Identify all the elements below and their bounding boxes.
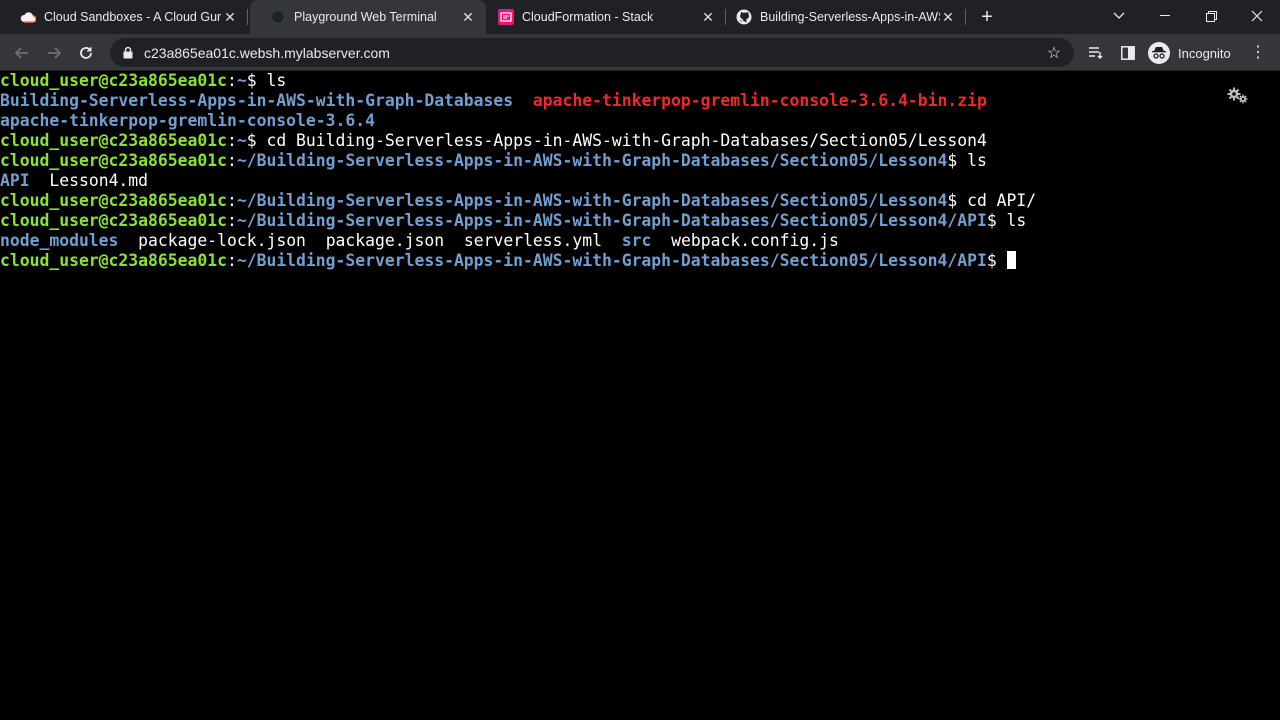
prompt-path: ~/Building-Serverless-Apps-in-AWS-with-G…: [236, 151, 948, 170]
tab-title: Playground Web Terminal: [294, 10, 437, 24]
file-entry: serverless.yml: [463, 231, 603, 250]
terminal-line: node_modules package-lock.json package.j…: [0, 231, 1280, 251]
prompt-path: ~: [236, 71, 247, 90]
tab-cloudformation-stack[interactable]: CloudFormation - Stack ✕: [478, 0, 726, 34]
directory-entry: node_modules: [0, 231, 119, 250]
tab-title: CloudFormation - Stack: [522, 10, 654, 24]
command-text: $ cd API/: [947, 191, 1037, 210]
url-text: c23a865ea01c.websh.mylabserver.com: [144, 44, 390, 61]
github-icon: [736, 9, 752, 25]
close-window-button[interactable]: [1234, 0, 1280, 32]
command-text: $ ls: [986, 211, 1027, 230]
close-tab-icon[interactable]: ✕: [460, 9, 476, 26]
prompt-user: cloud_user@c23a865ea01c: [0, 71, 227, 90]
close-tab-icon[interactable]: ✕: [940, 9, 956, 26]
reading-list-icon[interactable]: [1083, 40, 1109, 66]
terminal-line: apache-tinkerpop-gremlin-console-3.6.4: [0, 111, 1280, 131]
command-text: $: [986, 251, 1007, 270]
terminal-line: cloud_user@c23a865ea01c:~/Building-Serve…: [0, 191, 1037, 210]
address-bar[interactable]: c23a865ea01c.websh.mylabserver.com ☆: [110, 38, 1074, 67]
file-entry: package.json: [325, 231, 445, 250]
terminal-line: cloud_user@c23a865ea01c:~$ ls: [0, 71, 287, 90]
back-button[interactable]: [9, 40, 35, 66]
file-entry: package-lock.json: [138, 231, 306, 250]
lock-icon[interactable]: [120, 46, 136, 59]
prompt-user: cloud_user@c23a865ea01c: [0, 211, 227, 230]
directory-entry: src: [621, 231, 652, 250]
tab-playground-web-terminal[interactable]: Playground Web Terminal ✕: [250, 0, 486, 34]
prompt-path: ~/Building-Serverless-Apps-in-AWS-with-G…: [236, 211, 987, 230]
terminal-line: API Lesson4.md: [0, 171, 1280, 191]
command-text: $ cd Building-Serverless-Apps-in-AWS-wit…: [246, 131, 987, 150]
terminal-line: Building-Serverless-Apps-in-AWS-with-Gra…: [0, 91, 1280, 111]
terminal-output[interactable]: cloud_user@c23a865ea01c:~$ ls Building-S…: [0, 71, 1280, 720]
browser-toolbar: c23a865ea01c.websh.mylabserver.com ☆ Inc…: [0, 34, 1280, 71]
terminal-icon: [270, 9, 286, 25]
restore-button[interactable]: [1188, 0, 1234, 32]
tab-strip: Cloud Sandboxes - A Cloud Guru ✕ Playgro…: [0, 0, 1280, 34]
prompt-path: ~/Building-Serverless-Apps-in-AWS-with-G…: [236, 251, 987, 270]
bookmark-star-icon[interactable]: ☆: [1044, 43, 1064, 63]
prompt-user: cloud_user@c23a865ea01c: [0, 251, 227, 270]
incognito-label: Incognito: [1178, 45, 1231, 61]
reload-button[interactable]: [73, 40, 99, 66]
close-tab-icon[interactable]: ✕: [700, 9, 716, 26]
side-panel-icon[interactable]: [1115, 40, 1141, 66]
new-tab-button[interactable]: +: [976, 6, 998, 28]
terminal-line: cloud_user@c23a865ea01c:~/Building-Serve…: [0, 251, 1280, 271]
terminal-line: cloud_user@c23a865ea01c:~$ cd Building-S…: [0, 131, 987, 150]
cloudformation-icon: [498, 9, 514, 25]
prompt-path: ~/Building-Serverless-Apps-in-AWS-with-G…: [236, 191, 948, 210]
cloud-icon: [20, 9, 36, 25]
tab-cloud-sandboxes[interactable]: Cloud Sandboxes - A Cloud Guru ✕: [0, 0, 248, 34]
tab-building-serverless-apps[interactable]: Building-Serverless-Apps-in-AWS ✕: [716, 0, 966, 34]
incognito-icon: [1148, 42, 1170, 64]
directory-entry: API: [0, 171, 30, 190]
tab-title: Cloud Sandboxes - A Cloud Guru: [44, 10, 222, 24]
prompt-user: cloud_user@c23a865ea01c: [0, 151, 227, 170]
terminal-cursor: [1006, 251, 1016, 269]
incognito-profile[interactable]: Incognito: [1148, 39, 1231, 67]
terminal-line: cloud_user@c23a865ea01c:~/Building-Serve…: [0, 151, 987, 170]
command-text: $ ls: [246, 71, 287, 90]
archive-entry: apache-tinkerpop-gremlin-console-3.6.4-b…: [532, 91, 987, 110]
browser-menu-icon[interactable]: ⋮: [1248, 40, 1268, 66]
close-tab-icon[interactable]: ✕: [222, 9, 238, 26]
prompt-user: cloud_user@c23a865ea01c: [0, 131, 227, 150]
tab-title: Building-Serverless-Apps-in-AWS: [760, 10, 940, 24]
command-text: $ ls: [947, 151, 987, 170]
file-entry: webpack.config.js: [671, 231, 839, 250]
terminal-line: cloud_user@c23a865ea01c:~/Building-Serve…: [0, 211, 1027, 230]
settings-gear-icon[interactable]: [1226, 86, 1250, 106]
directory-entry: Building-Serverless-Apps-in-AWS-with-Gra…: [0, 91, 514, 110]
directory-entry: apache-tinkerpop-gremlin-console-3.6.4: [0, 111, 375, 130]
prompt-user: cloud_user@c23a865ea01c: [0, 191, 227, 210]
prompt-path: ~: [236, 131, 247, 150]
forward-button[interactable]: [41, 40, 67, 66]
tab-search-icon[interactable]: [1096, 0, 1142, 32]
file-entry: Lesson4.md: [49, 171, 149, 190]
minimize-button[interactable]: [1142, 0, 1188, 32]
